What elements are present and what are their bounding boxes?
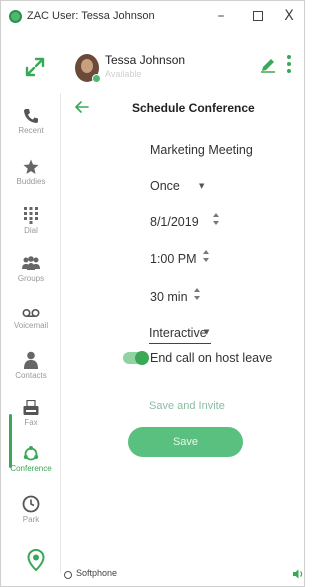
date-field[interactable]: 8/1/2019 xyxy=(150,215,199,229)
sidebar-item-label: Dial xyxy=(24,226,38,235)
sidebar-item-conference[interactable]: Conference xyxy=(1,446,61,496)
duration-stepper[interactable] xyxy=(193,288,201,302)
close-button[interactable]: X xyxy=(278,5,300,27)
volume-icon[interactable] xyxy=(292,568,304,580)
sidebar-item-label: Recent xyxy=(18,126,44,135)
toggle-knob xyxy=(135,351,149,365)
sidebar-item-label: Conference xyxy=(10,464,52,473)
chevron-down-icon[interactable]: ▼ xyxy=(204,328,209,336)
park-clock-icon xyxy=(22,495,40,513)
user-status[interactable]: Available xyxy=(105,69,141,79)
save-and-invite-link[interactable]: Save and Invite xyxy=(149,400,225,412)
date-stepper[interactable] xyxy=(212,213,220,227)
softphone-label[interactable]: Softphone xyxy=(76,568,117,578)
sidebar-item-buddies[interactable]: Buddies xyxy=(1,159,61,209)
more-options-icon[interactable] xyxy=(285,53,293,77)
end-on-host-leave-label: End call on host leave xyxy=(150,351,273,365)
phone-icon xyxy=(24,109,38,123)
chevron-down-icon[interactable]: ▼ xyxy=(199,182,204,190)
softphone-status-icon xyxy=(64,571,72,579)
minimize-button[interactable]: – xyxy=(210,5,232,27)
user-name: Tessa Johnson xyxy=(105,53,186,67)
sidebar-item-label: Park xyxy=(22,515,40,524)
sidebar-item-contacts[interactable]: Contacts xyxy=(1,351,61,401)
sidebar-item-dial[interactable]: Dial xyxy=(1,206,61,256)
star-icon xyxy=(23,159,39,174)
groups-icon xyxy=(22,256,40,270)
sidebar-item-recent[interactable]: Recent xyxy=(1,108,61,158)
maximize-icon xyxy=(253,11,263,21)
sidebar: Recent Buddies Dial Groups Voicemail Con… xyxy=(1,93,61,573)
app-window: ZAC User: Tessa Johnson – X Tessa Johnso… xyxy=(0,0,305,587)
maximize-button[interactable] xyxy=(247,5,269,27)
sidebar-item-label: Buddies xyxy=(16,177,46,186)
dialpad-icon xyxy=(24,207,38,224)
conference-icon xyxy=(23,446,39,461)
title-bar: ZAC User: Tessa Johnson – X xyxy=(1,1,304,33)
mode-select-underline xyxy=(149,343,211,344)
app-logo-icon xyxy=(9,10,22,23)
duration-field[interactable]: 30 min xyxy=(150,290,188,304)
voicemail-icon xyxy=(22,308,40,318)
contacts-icon xyxy=(24,351,38,369)
expand-icon[interactable] xyxy=(25,57,45,77)
save-button[interactable]: Save xyxy=(128,427,243,457)
page-title: Schedule Conference xyxy=(132,101,255,115)
fax-icon xyxy=(23,400,39,415)
recurrence-select[interactable]: Once xyxy=(150,179,180,193)
presence-status-icon xyxy=(92,74,101,83)
avatar-face xyxy=(81,59,93,73)
pencil-icon[interactable] xyxy=(259,56,277,74)
sidebar-item-groups[interactable]: Groups xyxy=(1,256,61,306)
mode-select[interactable]: Interactive xyxy=(149,326,207,340)
avatar[interactable] xyxy=(75,54,101,83)
back-arrow-icon[interactable] xyxy=(75,101,89,113)
sidebar-item-label: Voicemail xyxy=(13,321,49,330)
sidebar-item-voicemail[interactable]: Voicemail xyxy=(1,307,61,357)
location-pin-icon[interactable] xyxy=(27,549,45,571)
time-field[interactable]: 1:00 PM xyxy=(150,252,197,266)
sidebar-item-label: Contacts xyxy=(15,371,47,380)
window-title: ZAC User: Tessa Johnson xyxy=(27,10,155,22)
sidebar-item-label: Groups xyxy=(17,274,45,283)
time-stepper[interactable] xyxy=(202,250,210,264)
end-on-host-leave-toggle[interactable] xyxy=(123,351,149,365)
conference-name-field[interactable]: Marketing Meeting xyxy=(150,143,253,157)
sidebar-item-park[interactable]: Park xyxy=(1,495,61,545)
